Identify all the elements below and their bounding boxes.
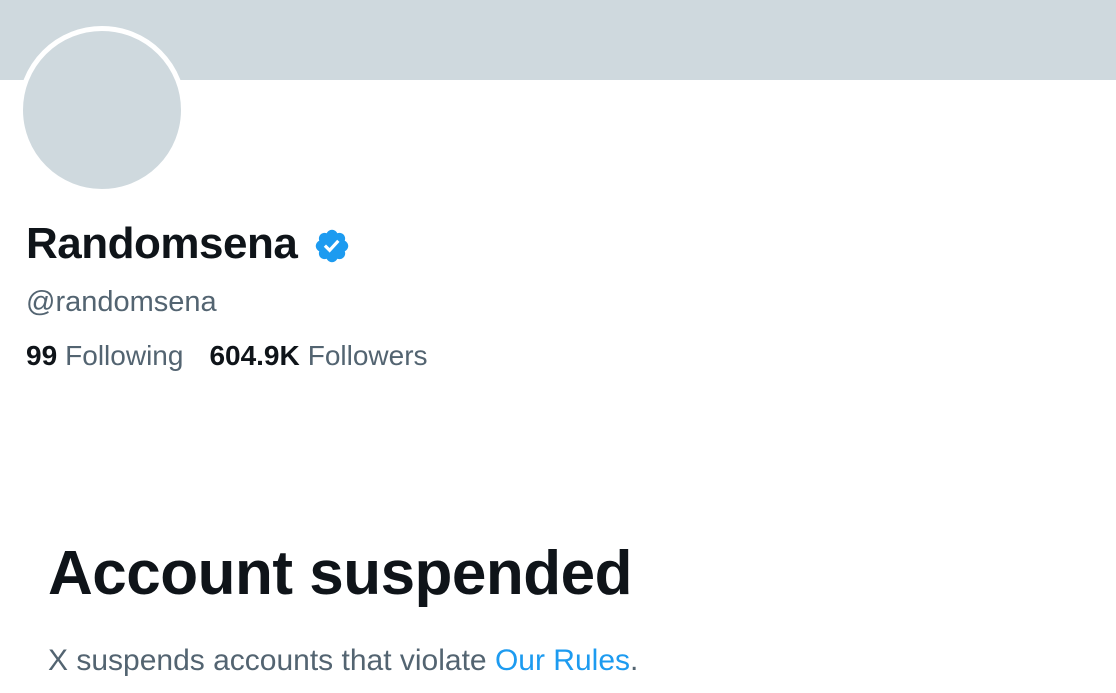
suspension-title: Account suspended bbox=[48, 539, 633, 608]
profile-name-row: Randomsena bbox=[26, 214, 351, 274]
verified-badge-icon[interactable] bbox=[313, 227, 351, 265]
followers-count: 604.9K bbox=[209, 340, 300, 371]
follow-stats: 99 Following 604.9K Followers bbox=[26, 340, 454, 372]
following-count: 99 bbox=[26, 340, 58, 371]
suspension-message-end: . bbox=[630, 644, 639, 677]
suspension-message-text: X suspends accounts that violate bbox=[48, 644, 495, 677]
following-label: Following bbox=[65, 340, 184, 371]
following-link[interactable]: 99 Following bbox=[26, 340, 183, 372]
our-rules-link[interactable]: Our Rules bbox=[495, 644, 630, 677]
profile-handle: @randomsena bbox=[26, 286, 217, 318]
followers-label: Followers bbox=[307, 340, 428, 371]
avatar[interactable] bbox=[18, 26, 186, 194]
followers-link[interactable]: 604.9K Followers bbox=[209, 340, 427, 372]
display-name: Randomsena bbox=[26, 219, 298, 268]
suspension-message: X suspends accounts that violate Our Rul… bbox=[48, 644, 638, 678]
